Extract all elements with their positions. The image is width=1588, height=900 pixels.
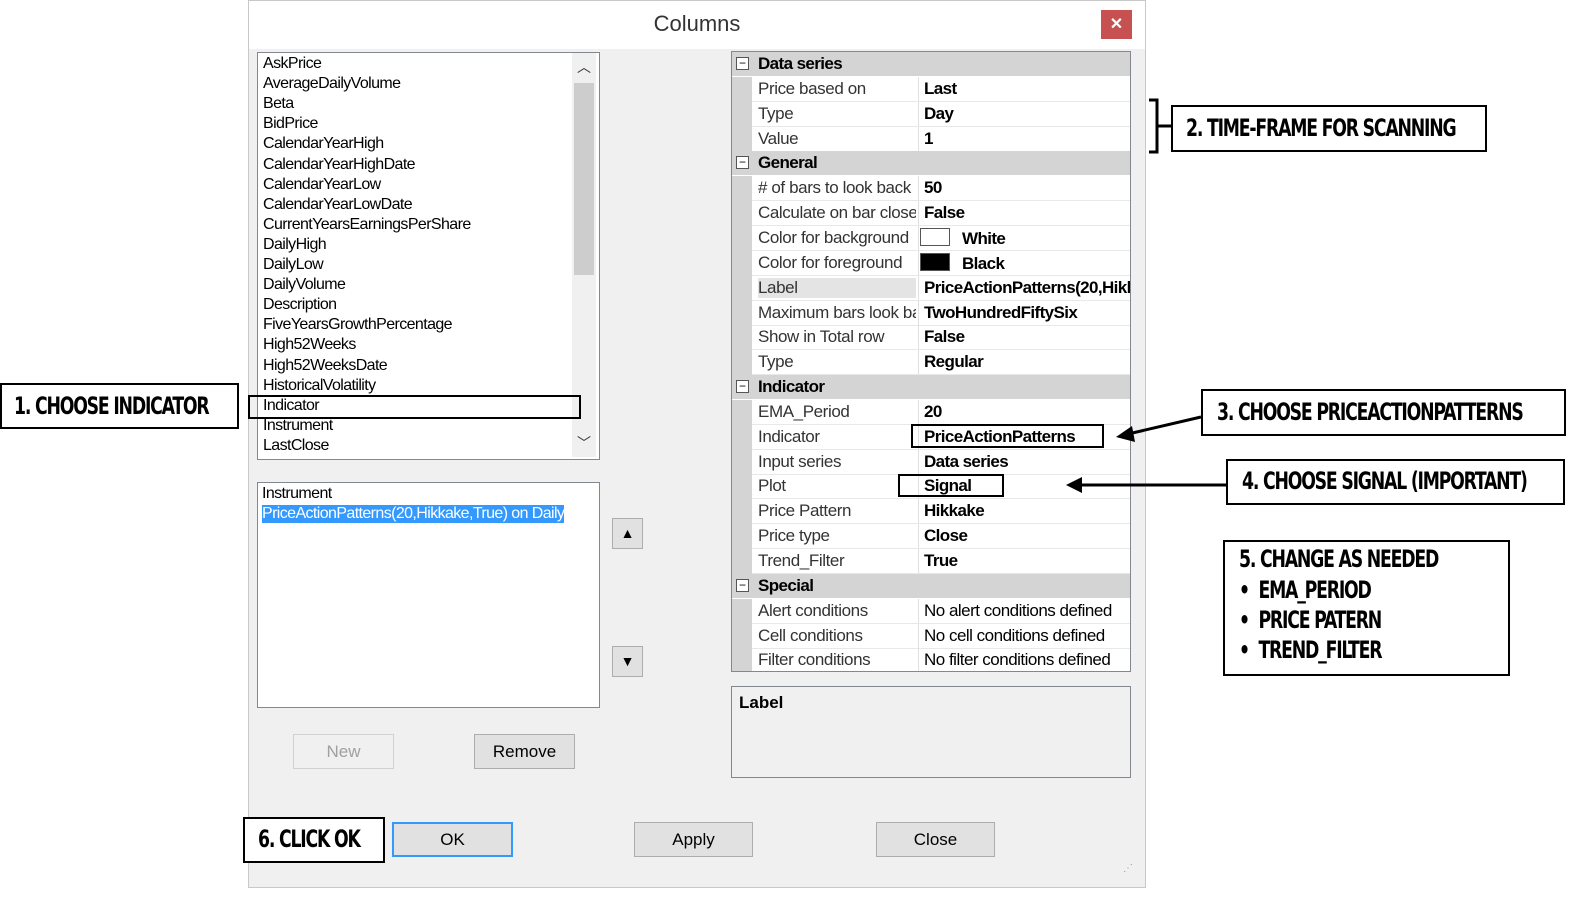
arrow-head	[1066, 477, 1082, 493]
annotation-arrows	[1066, 98, 1226, 493]
time-frame-bracket	[1149, 98, 1171, 154]
arrow-head	[1116, 426, 1135, 442]
arrow-line	[1127, 415, 1202, 436]
